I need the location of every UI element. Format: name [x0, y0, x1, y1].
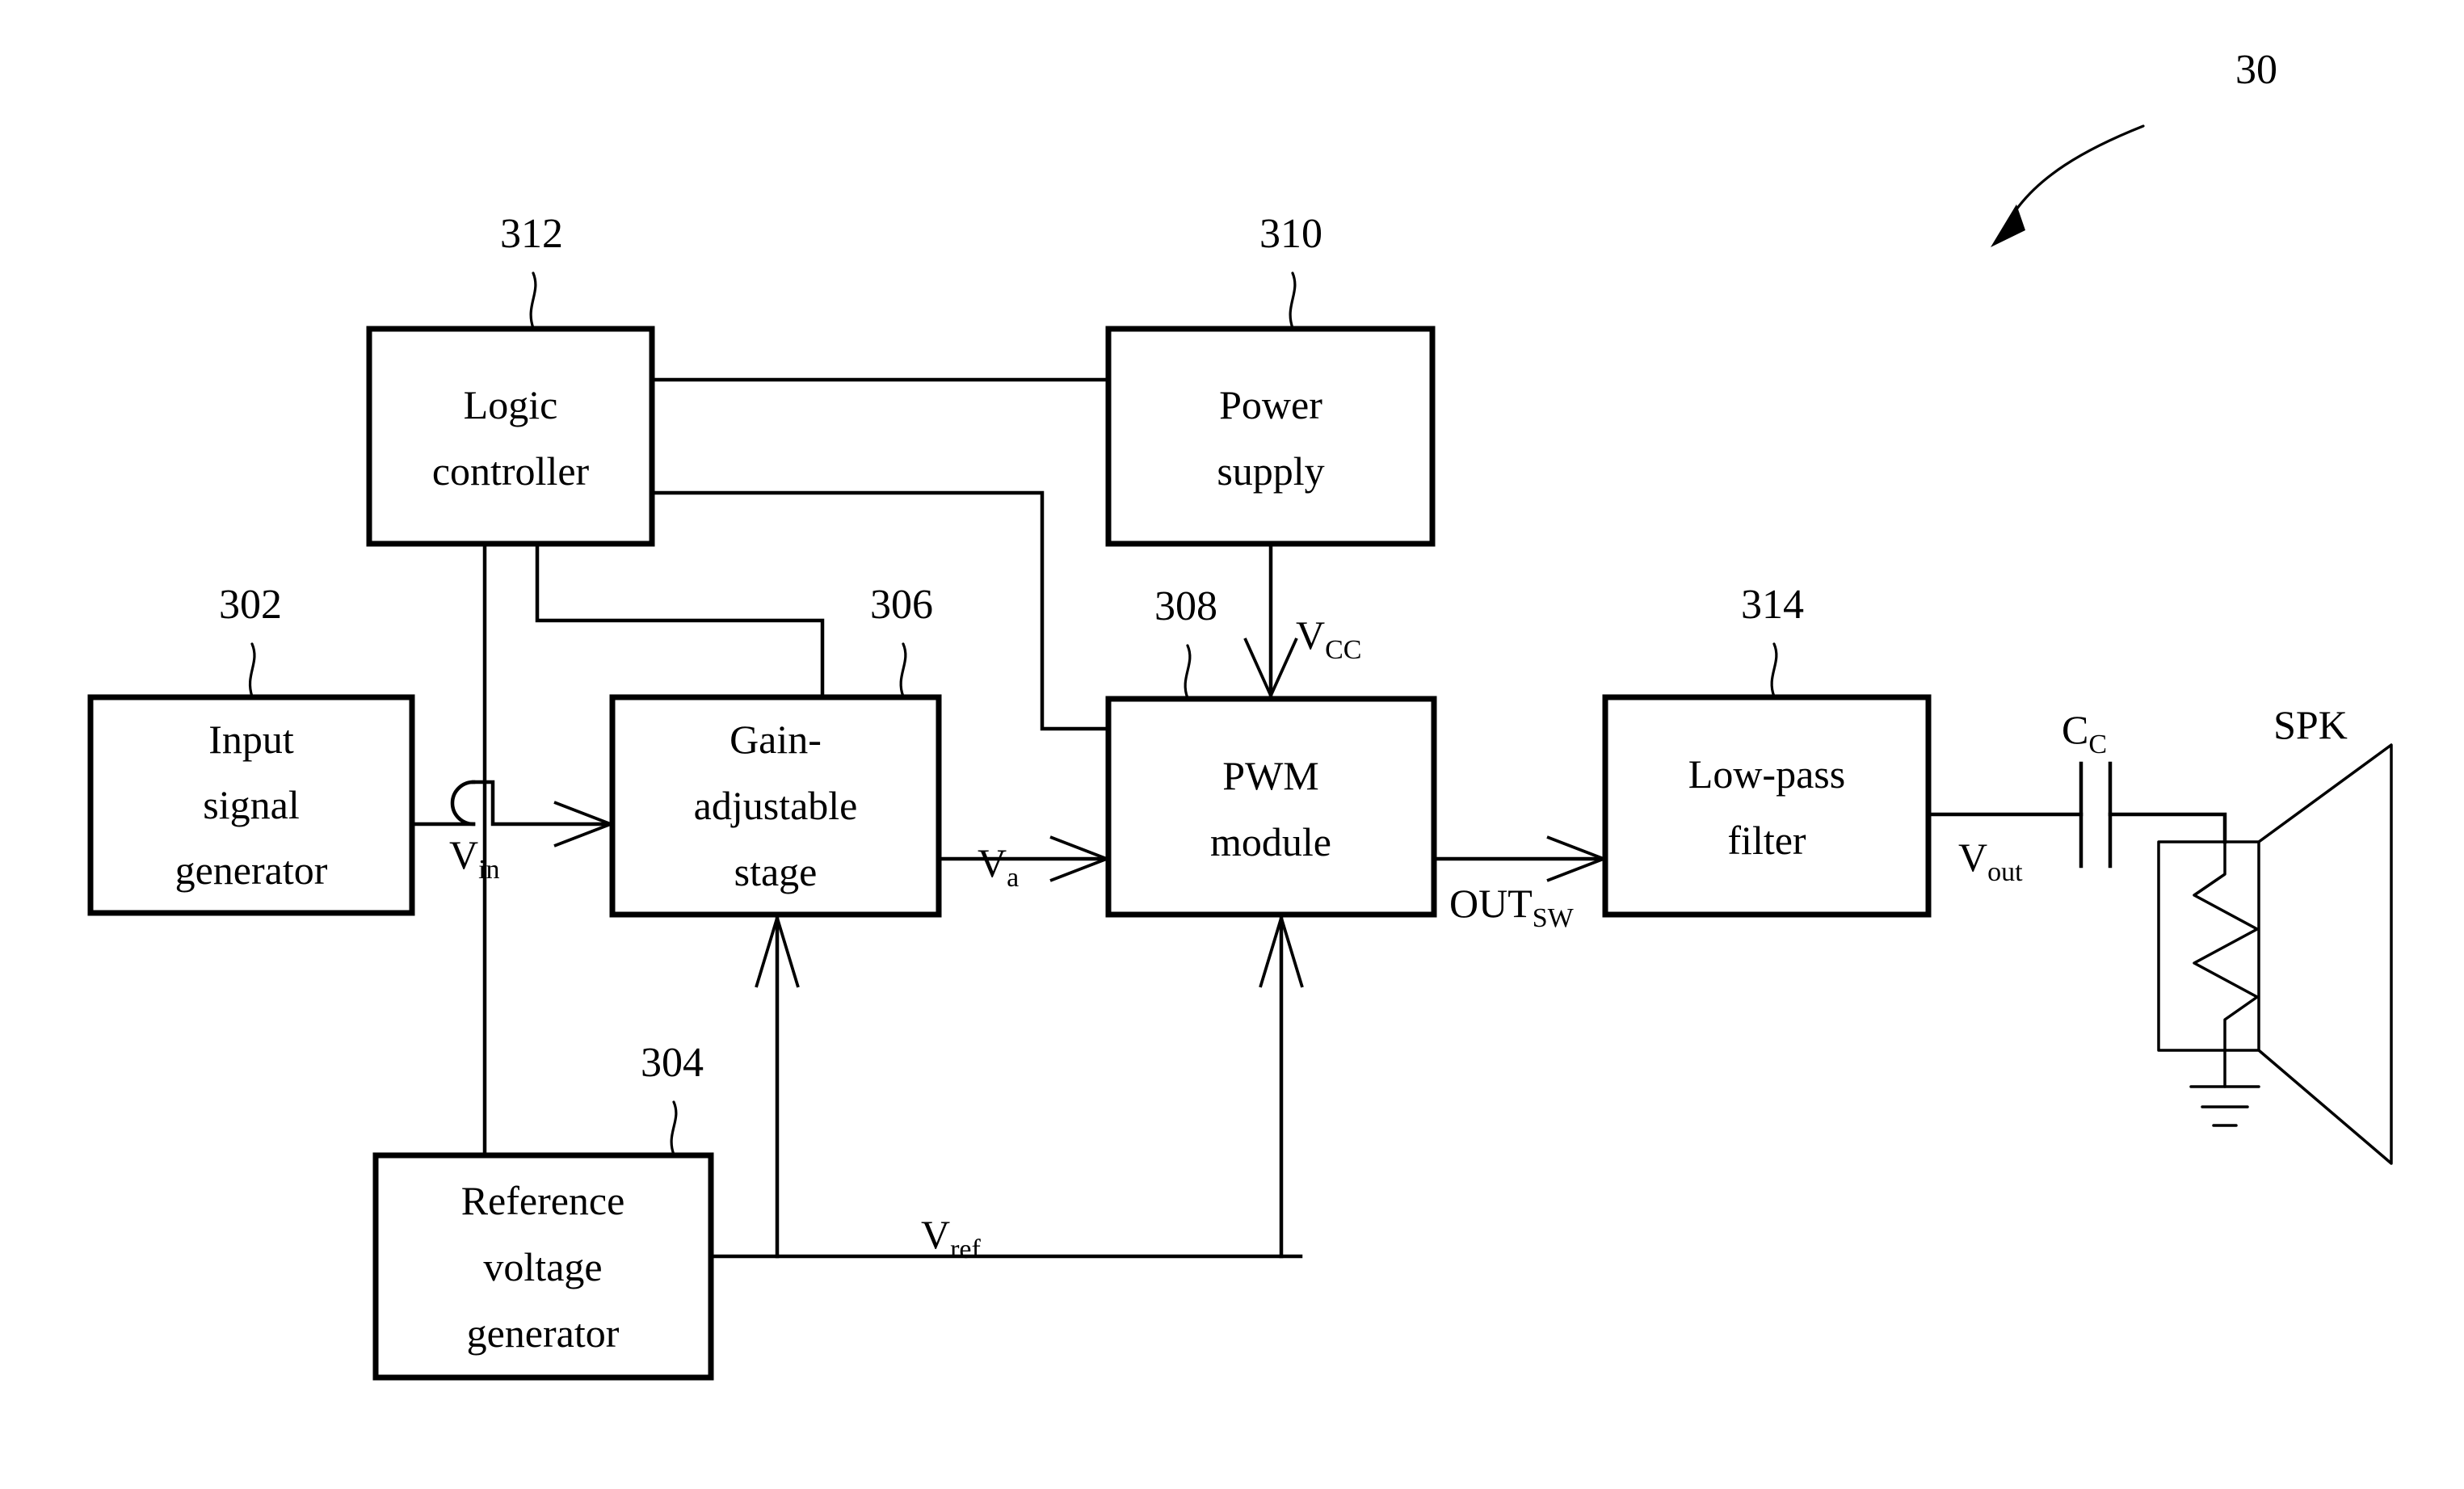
reference-numeral-layer: 302 304 306 308 310 312 314 30 — [219, 47, 2277, 1156]
block-logic-controller[interactable] — [366, 326, 655, 547]
signal-vref-base: V — [921, 1212, 950, 1257]
speaker-impedance-box — [2157, 840, 2260, 1052]
label-reference-voltage-generator-line2: voltage — [483, 1244, 602, 1289]
component-label-coupling-capacitor: CC — [2062, 707, 2107, 759]
capacitor-sub: C — [2088, 730, 2107, 759]
label-power-supply-line1: Power — [1219, 382, 1322, 427]
signal-vref-sub: ref — [950, 1235, 981, 1264]
leader-302 — [248, 642, 256, 698]
arrowhead-30 — [1991, 204, 2025, 247]
label-power-supply-line2: supply — [1217, 448, 1324, 494]
ref-numeral-310: 310 — [1259, 211, 1322, 257]
ref-numeral-302: 302 — [219, 582, 282, 628]
ref-numeral-314: 314 — [1741, 582, 1804, 628]
label-input-signal-generator-line3: generator — [175, 848, 328, 893]
label-gain-adjustable-stage-line1: Gain- — [730, 717, 822, 762]
ref-numeral-308: 308 — [1154, 583, 1217, 629]
signal-label-vcc: VCC — [1296, 612, 1361, 665]
label-gain-adjustable-stage-line3: stage — [734, 849, 818, 894]
leader-310 — [1289, 271, 1297, 330]
ref-numeral-312: 312 — [500, 211, 563, 257]
signal-label-vref: Vref — [921, 1212, 982, 1264]
signal-label-outsw: OUTSW — [1449, 881, 1575, 933]
signal-vout-base: V — [1958, 835, 1987, 880]
label-pwm-module-line2: module — [1210, 819, 1331, 864]
leader-306 — [899, 642, 907, 698]
signal-vcc-sub: CC — [1325, 635, 1361, 665]
label-reference-voltage-generator-line3: generator — [467, 1310, 620, 1356]
signal-vin-base: V — [449, 832, 478, 877]
leader-312 — [529, 271, 537, 330]
signal-vcc-base: V — [1296, 612, 1325, 658]
ref-numeral-304: 304 — [641, 1040, 704, 1086]
resistor-zigzag — [2193, 840, 2259, 1052]
label-reference-voltage-generator-line1: Reference — [461, 1178, 625, 1223]
label-logic-controller-line2: controller — [432, 448, 590, 494]
signal-label-va: Va — [978, 840, 1019, 893]
signal-vout-sub: out — [1987, 857, 2023, 887]
label-gain-adjustable-stage-line2: adjustable — [694, 783, 858, 828]
signal-vin-sub: in — [478, 855, 499, 885]
block-low-pass-filter[interactable] — [1602, 694, 1932, 918]
wire-cap-to-spk-node — [2108, 812, 2227, 844]
component-label-layer: CC SPK — [2062, 702, 2348, 759]
label-low-pass-filter-line1: Low-pass — [1688, 751, 1845, 797]
ref-numeral-306: 306 — [870, 582, 933, 628]
capacitor-base: C — [2062, 707, 2088, 752]
label-logic-controller-line1: Logic — [464, 382, 558, 427]
signal-va-sub: a — [1007, 863, 1019, 893]
block-power-supply[interactable] — [1105, 326, 1436, 547]
signal-label-vout: Vout — [1958, 835, 2023, 887]
leader-308 — [1184, 644, 1192, 700]
leader-314 — [1770, 642, 1778, 698]
label-low-pass-filter-line2: filter — [1727, 818, 1806, 863]
speaker-cone — [2257, 743, 2393, 1165]
label-input-signal-generator-line2: signal — [203, 782, 299, 827]
wire-logic-to-gain — [535, 541, 825, 700]
leader-30-curve — [2010, 124, 2145, 218]
leader-304 — [670, 1100, 678, 1156]
patent-figure: Input signal generator Reference voltage… — [0, 0, 2464, 1489]
label-input-signal-generator-line1: Input — [208, 717, 294, 762]
wire-vin-linehop — [450, 780, 476, 827]
block-layer — [87, 326, 1932, 1381]
signal-outsw-base: OUT — [1449, 881, 1533, 926]
block-diagram-canvas: Input signal generator Reference voltage… — [87, 47, 2393, 1381]
block-pwm-module[interactable] — [1105, 696, 1437, 918]
signal-va-base: V — [978, 840, 1007, 885]
label-pwm-module-line1: PWM — [1222, 753, 1318, 798]
ref-numeral-30: 30 — [2235, 47, 2277, 93]
component-label-speaker: SPK — [2273, 702, 2348, 747]
signal-outsw-sub: SW — [1533, 903, 1575, 933]
signal-label-vin: Vin — [449, 832, 500, 885]
